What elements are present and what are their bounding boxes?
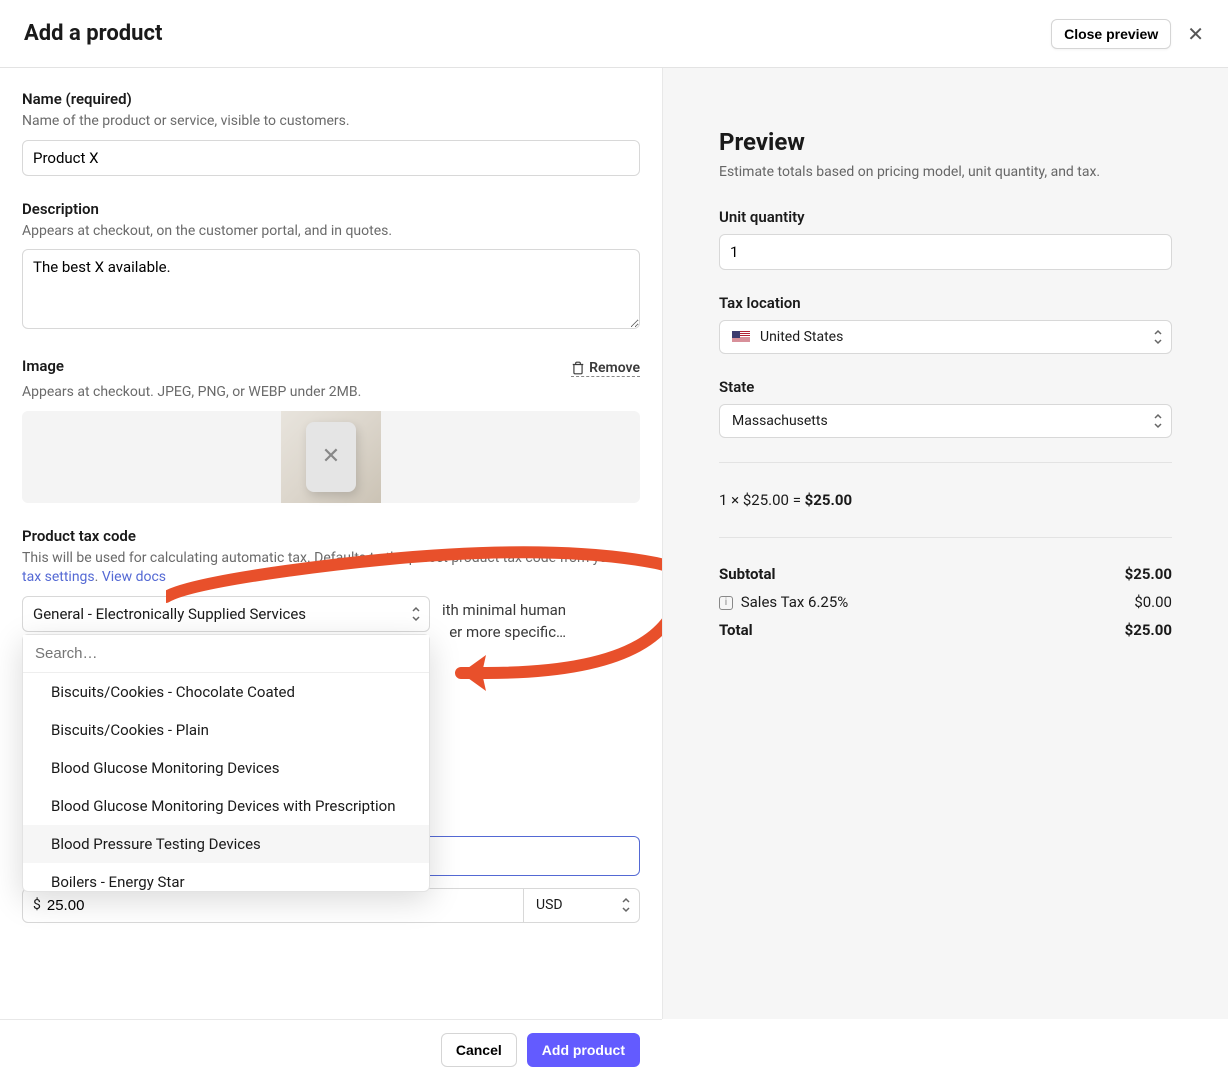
info-icon: i <box>719 596 733 610</box>
unit-qty-input[interactable] <box>719 234 1172 270</box>
subtotal-value: $25.00 <box>1125 565 1172 583</box>
tax-settings-link[interactable]: tax settings <box>22 569 95 585</box>
tax-location-value: United States <box>760 329 843 345</box>
tax-location-label: Tax location <box>719 294 1172 312</box>
tax-code-label: Product tax code <box>22 527 640 545</box>
tax-code-dropdown: Biscuits/Cookies - Chocolate Coated Bisc… <box>22 634 430 892</box>
salestax-value: $0.00 <box>1134 593 1172 611</box>
tax-code-option[interactable]: Blood Glucose Monitoring Devices <box>23 749 429 787</box>
price-calc: 1 × $25.00 = $25.00 <box>719 485 1172 515</box>
name-input[interactable] <box>22 140 640 176</box>
tax-code-selected: General - Electronically Supplied Servic… <box>33 605 306 623</box>
price-input[interactable] <box>47 897 513 914</box>
tax-code-option[interactable]: Biscuits/Cookies - Chocolate Coated <box>23 673 429 711</box>
description-label: Description <box>22 200 640 218</box>
unit-qty-label: Unit quantity <box>719 208 1172 226</box>
view-docs-link[interactable]: View docs <box>102 569 166 585</box>
tax-code-option[interactable]: Biscuits/Cookies - Plain <box>23 711 429 749</box>
total-value: $25.00 <box>1125 621 1172 639</box>
description-input[interactable]: The best X available. <box>22 249 640 329</box>
tax-description-behind: ith minimal human er more specific… <box>442 599 566 644</box>
cancel-button[interactable]: Cancel <box>441 1033 517 1067</box>
tax-code-option[interactable]: Blood Glucose Monitoring Devices with Pr… <box>23 787 429 825</box>
chevron-updown-icon <box>411 606 421 622</box>
preview-subtitle: Estimate totals based on pricing model, … <box>719 164 1172 180</box>
name-help: Name of the product or service, visible … <box>22 112 640 132</box>
chevron-updown-icon <box>1153 329 1163 345</box>
tax-code-option[interactable]: Blood Pressure Testing Devices <box>23 825 429 863</box>
tax-code-option[interactable]: Boilers - Energy Star <box>23 863 429 891</box>
remove-image-label: Remove <box>589 360 640 376</box>
total-label: Total <box>719 621 753 639</box>
salestax-label: Sales Tax 6.25% <box>741 593 849 611</box>
tax-code-search-input[interactable] <box>23 635 429 673</box>
chevron-updown-icon <box>1153 413 1163 429</box>
subtotal-label: Subtotal <box>719 565 776 583</box>
trash-icon <box>571 361 585 375</box>
name-label: Name (required) <box>22 90 640 108</box>
currency-symbol: $ <box>33 897 41 913</box>
image-label: Image <box>22 357 64 375</box>
price-input-wrap[interactable]: $ <box>22 888 524 923</box>
state-label: State <box>719 378 1172 396</box>
add-product-button[interactable]: Add product <box>527 1033 640 1067</box>
preview-title: Preview <box>719 128 1172 156</box>
product-image: ✕ <box>281 411 381 503</box>
page-title: Add a product <box>24 21 162 46</box>
state-value: Massachusetts <box>732 413 828 429</box>
state-select[interactable]: Massachusetts <box>719 404 1172 438</box>
remove-image-button[interactable]: Remove <box>571 360 640 377</box>
currency-select[interactable]: USD <box>524 888 640 923</box>
us-flag-icon <box>732 331 750 343</box>
currency-value: USD <box>536 897 563 913</box>
tax-code-help: This will be used for calculating automa… <box>22 549 640 588</box>
image-preview: ✕ <box>22 411 640 503</box>
tax-code-select[interactable]: General - Electronically Supplied Servic… <box>22 596 430 632</box>
description-help: Appears at checkout, on the customer por… <box>22 222 640 242</box>
close-icon[interactable]: ✕ <box>1187 24 1204 44</box>
close-preview-button[interactable]: Close preview <box>1051 19 1171 49</box>
tax-location-select[interactable]: United States <box>719 320 1172 354</box>
chevron-updown-icon <box>621 897 631 913</box>
image-help: Appears at checkout. JPEG, PNG, or WEBP … <box>22 383 640 403</box>
